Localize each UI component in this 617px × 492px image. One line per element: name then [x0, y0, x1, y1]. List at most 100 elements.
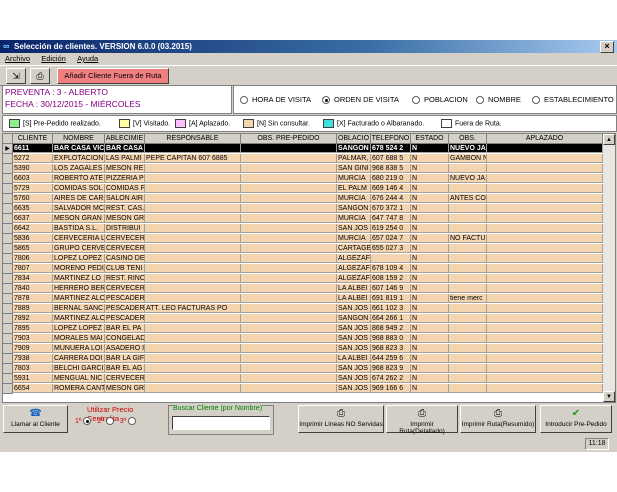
header-col-cliente[interactable]: CLIENTE [13, 134, 53, 144]
table-row[interactable]: 6635 SALVADOR MC REST. CAS. SANGON 670 372 1… [3, 204, 603, 214]
cell-col-nombre: CARRERA DOI [53, 354, 105, 363]
order-poblacion-radio[interactable]: POBLACION [412, 95, 468, 105]
table-row[interactable]: 5836 CERVECERIA L CERVECER MURCIA 657 024 7N… [3, 234, 603, 244]
cell-col-estado: N [411, 374, 449, 383]
precio-option-3[interactable]: 3º [120, 417, 140, 425]
cell-col-estado: N [411, 214, 449, 223]
table-row[interactable]: 5729 COMIDAS SOL COMIDAS F EL PALM 669 146 4… [3, 184, 603, 194]
print-route-summary-button[interactable]: ⎙ Imprimir Ruta(Resumido) [460, 405, 536, 433]
cell-col-poblacion: SAN JOS [337, 224, 371, 233]
table-row[interactable]: 6654 ROMERA CANT MESON GR SAN JOS 969 166 6N [3, 384, 603, 394]
order-nombre-radio[interactable]: NOMBRE [476, 95, 521, 105]
order-orden-visita-radio[interactable]: ORDEN DE VISITA [322, 95, 399, 105]
order-establecimiento-radio[interactable]: ESTABLECIMIENTO [532, 95, 614, 105]
print-button[interactable]: ⎙ [30, 68, 50, 84]
cell-col-nombre: COMIDAS SOL [53, 184, 105, 193]
cell-col-aplazado [487, 234, 603, 243]
row-indicator [3, 254, 13, 264]
search-client-input[interactable] [172, 416, 270, 430]
table-row[interactable]: 7834 MARTINEZ LO REST. RINC ALGEZAF 608 159 … [3, 274, 603, 284]
legend-item: [V] Visitado. [119, 119, 170, 128]
cell-col-aplazado [487, 174, 603, 183]
order-hora-visita-radio[interactable]: HORA DE VISITA [240, 95, 311, 105]
client-selection-window: ∞ Selección de clientes. VERSION 6.0.0 (… [0, 40, 617, 452]
cell-col-establecimiento: DISTRIBUI [105, 224, 145, 233]
cell-col-nombre: MORALES MAI [53, 334, 105, 343]
table-row[interactable]: 7803 BELCHI GARCI BAR EL AG SAN JOS 968 823 … [3, 364, 603, 374]
cell-col-obs-prepedido [241, 384, 337, 393]
preventa-info: PREVENTA : 3 - ALBERTO FECHA : 30/12/201… [2, 85, 232, 114]
cell-col-estado: N [411, 304, 449, 313]
cell-col-cliente: 5390 [13, 164, 53, 173]
row-indicator [3, 384, 13, 394]
header-col-establecimiento[interactable]: ABLECIMIE [105, 134, 145, 144]
scroll-down-button[interactable]: ▼ [603, 391, 615, 402]
cell-col-establecimiento: CONGELAD [105, 334, 145, 343]
printer-icon: ⎙ [36, 71, 44, 81]
cell-col-responsable [145, 354, 241, 363]
radio-icon [476, 96, 484, 105]
header-col-poblacion[interactable]: OBLACIO [337, 134, 371, 144]
menu-bar: Archivo Edición Ayuda [0, 53, 617, 64]
cell-col-responsable [145, 184, 241, 193]
table-row[interactable]: 7878 MARTINEZ ALC PESCADER LA ALBEI 691 819 … [3, 294, 603, 304]
precio-option-2[interactable]: 2º [97, 417, 117, 425]
row-indicator [3, 164, 13, 174]
scroll-up-button[interactable]: ▲ [603, 134, 615, 145]
table-row[interactable]: 7806 LOPEZ LOPEZ CASINO DE ALGEZAF N [3, 254, 603, 264]
table-row[interactable]: 5760 AIRES DE CAR SALON AIR MURCIA 676 244 4… [3, 194, 603, 204]
printer-icon: ⎙ [494, 408, 502, 419]
window-title: Selección de clientes. VERSION 6.0.0 (03… [14, 42, 192, 51]
print-no-served-button[interactable]: ⎙ Imprimir Líneas NO Servidas [298, 405, 384, 433]
table-row[interactable]: 5390 LOS ZAGALES MESON RE SAN GINI 968 838 5… [3, 164, 603, 174]
cell-col-establecimiento: ASADERO I [105, 344, 145, 353]
table-row[interactable]: 5931 MENGUAL NIC CERVECER SAN JOS 674 262 2N [3, 374, 603, 384]
menu-edicion[interactable]: Edición [41, 54, 66, 63]
table-row[interactable]: 6642 BASTIDA S.L. DISTRIBUI SAN JOS 619 254 … [3, 224, 603, 234]
cell-col-nombre: LOS ZAGALES [53, 164, 105, 173]
close-button[interactable]: × [600, 41, 614, 53]
enter-icon: ⇲ [12, 71, 20, 81]
cell-col-obs-prepedido [241, 154, 337, 163]
vertical-scrollbar[interactable]: ▲ ▼ [603, 134, 615, 402]
table-row[interactable]: 7895 LOPEZ LOPEZ BAR EL PA SAN JOS 868 949 2… [3, 324, 603, 334]
print-route-detailed-button[interactable]: ⎙ Imprimir Ruta(Detallado) [386, 405, 458, 435]
cell-col-obs-prepedido [241, 144, 337, 153]
header-col-telefono[interactable]: TELEFONO [371, 134, 411, 144]
menu-archivo[interactable]: Archivo [5, 54, 30, 63]
cell-col-poblacion: SAN JOS [337, 344, 371, 353]
header-col-nombre[interactable]: NOMBRE [53, 134, 105, 144]
call-client-button[interactable]: ☎ Llamar al Cliente [3, 405, 68, 433]
table-row[interactable]: 7840 HERRERO BER CERVECER LA ALBEI 607 146 9… [3, 284, 603, 294]
header-col-obs[interactable]: OBS. [449, 134, 487, 144]
cell-col-estado: N [411, 234, 449, 243]
table-row[interactable]: 7909 MUNUERA LOI ASADERO I SAN JOS 968 823 3… [3, 344, 603, 354]
cell-col-aplazado [487, 344, 603, 353]
menu-ayuda[interactable]: Ayuda [77, 54, 98, 63]
cell-col-poblacion: PALMAR, [337, 154, 371, 163]
add-client-out-of-route-button[interactable]: Añadir Cliente Fuera de Ruta [57, 68, 169, 84]
table-row[interactable]: 7938 CARRERA DOI BAR LA GIF LA ALBEI 644 259… [3, 354, 603, 364]
cell-col-establecimiento: BAR CASA [105, 144, 145, 153]
header-col-estado[interactable]: ESTADO [411, 134, 449, 144]
header-col-obs-prepedido[interactable]: OBS. PRE-PEDIDO [241, 134, 337, 144]
cell-col-cliente: 5836 [13, 234, 53, 243]
table-row[interactable]: 6637 MESON GRAN MESON GR MURCIA 647 747 8N [3, 214, 603, 224]
cell-col-establecimiento: COMIDAS F [105, 184, 145, 193]
cell-col-responsable [145, 364, 241, 373]
table-row[interactable]: 7889 BERNAL SANC PESCADER ATT. LEO FACTURAS… [3, 304, 603, 314]
table-row[interactable]: 7807 MORENO PEDI CLUB TENI ALGEZAF 678 109 4… [3, 264, 603, 274]
table-row[interactable]: 7892 MARTINEZ ALC PESCADER SANGON 664 266 1N [3, 314, 603, 324]
select-client-button[interactable]: ⇲ [6, 68, 26, 84]
table-row[interactable]: 6603 ROBERTO ATE PIZZERIA P MURCIA 680 219 0… [3, 174, 603, 184]
table-row[interactable]: 7903 MORALES MAI CONGELAD SAN JOS 968 883 0N [3, 334, 603, 344]
table-row[interactable]: 5865 GRUPO CERVE CERVECER CARTAGE 655 027 3N [3, 244, 603, 254]
table-row[interactable]: ▶ 6611 BAR CASA VIC BAR CASA SANGON 678 524 2… [3, 144, 603, 154]
header-col-aplazado[interactable]: APLAZADO [487, 134, 603, 144]
cell-col-responsable [145, 224, 241, 233]
header-col-responsable[interactable]: RESPONSABLE [145, 134, 241, 144]
cell-col-obs [449, 244, 487, 253]
introduce-preorder-button[interactable]: ✔ Introducir Pre-Pedido [540, 405, 612, 433]
precio-option-1[interactable]: 1º [75, 417, 95, 425]
table-row[interactable]: 5272 EXPLOTACION LAS PALMI PEPE CAPITAN 607… [3, 154, 603, 164]
